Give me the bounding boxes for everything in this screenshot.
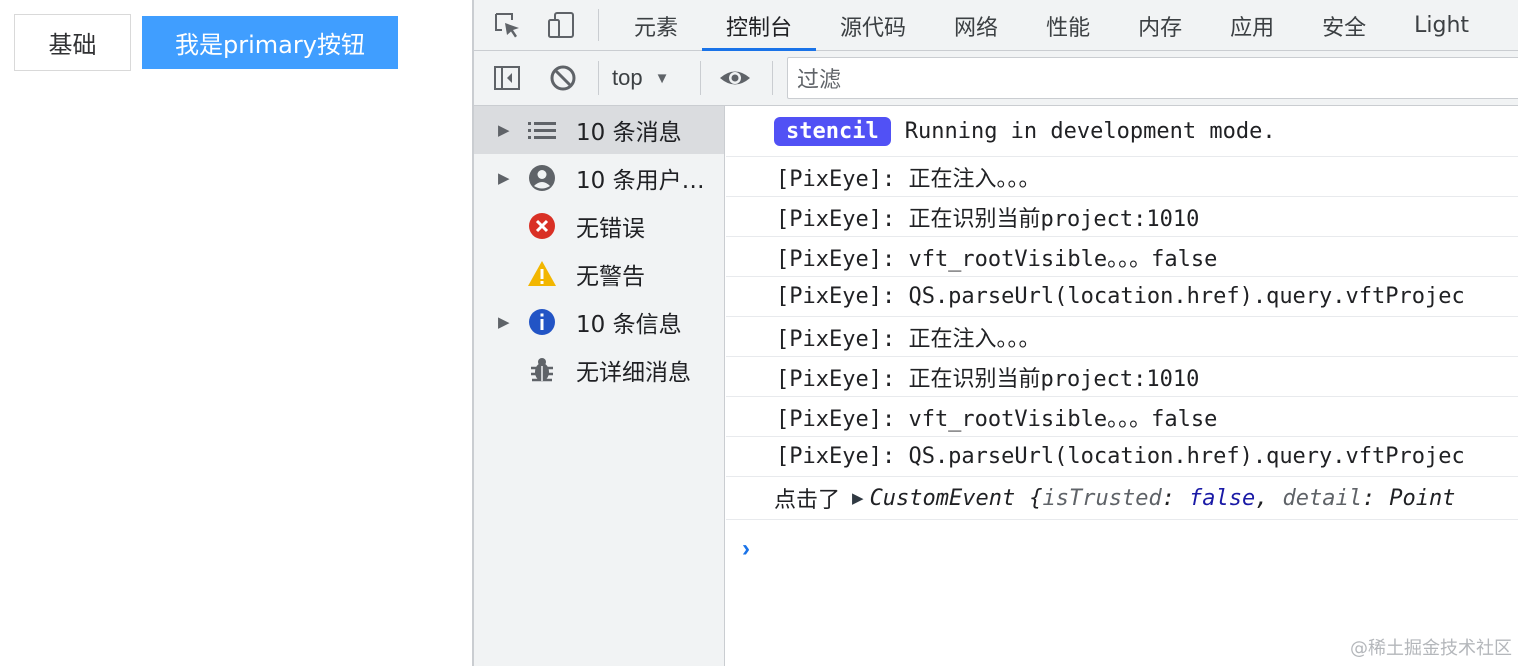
toolbar-separator [772,61,773,95]
sidebar-item-warnings[interactable]: 无警告 [474,250,724,298]
object-open-brace: { [1029,485,1043,511]
console-message-text: Running in development mode. [904,118,1276,144]
toolbar-separator [598,61,599,95]
console-message-text: [PixEye]: 正在注入。。。 [776,166,1041,192]
info-icon [527,307,557,337]
tab-lighthouse[interactable]: Light [1390,0,1493,51]
primary-button[interactable]: 我是primary按钮 [142,16,398,69]
console-row: [PixEye]: vft_rootVisible。。。false [726,237,1518,277]
console-row: [PixEye]: 正在识别当前project:1010 [726,357,1518,397]
sidebar-item-info[interactable]: ▶ 10 条信息 [474,298,724,346]
sidebar-item-label: 无详细消息 [576,360,691,386]
sidebar-item-label: 10 条信息 [576,312,682,338]
console-row: stencil Running in development mode. [726,106,1518,157]
console-row-event[interactable]: 点击了 ▶ CustomEvent { isTrusted : false , … [726,477,1518,520]
tab-security[interactable]: 安全 [1298,0,1390,51]
console-messages: stencil Running in development mode. [Pi… [726,106,1518,666]
object-colon: : [1161,485,1175,511]
sidebar-item-verbose[interactable]: 无详细消息 [474,346,724,394]
dropdown-arrow-icon: ▼ [654,69,670,87]
tab-memory[interactable]: 内存 [1114,0,1206,51]
tab-elements[interactable]: 元素 [610,0,702,51]
devtools-tabbar: 元素 控制台 源代码 网络 性能 内存 应用 安全 Light [474,0,1518,51]
watermark: @稀土掘金技术社区 [1350,638,1512,659]
console-message-text: [PixEye]: QS.parseUrl(location.href).que… [776,444,1465,469]
bug-icon [527,355,557,385]
tab-application[interactable]: 应用 [1206,0,1298,51]
console-row: [PixEye]: vft_rootVisible。。。false [726,397,1518,437]
object-value: Point [1389,485,1456,511]
live-expression-eye-icon[interactable] [718,61,752,95]
console-row: [PixEye]: 正在注入。。。 [726,317,1518,357]
object-comma: , [1255,485,1269,511]
tab-console[interactable]: 控制台 [702,0,817,51]
warning-icon [527,259,557,289]
console-message-text: [PixEye]: 正在识别当前project:1010 [776,206,1200,232]
console-row: [PixEye]: 正在注入。。。 [726,157,1518,197]
user-icon [527,163,557,193]
console-row: [PixEye]: QS.parseUrl(location.href).que… [726,437,1518,477]
console-sidebar: ▶ 10 条消息 ▶ 10 条用户… 无错误 无警告 ▶ 10 条信息 无详细消… [474,106,725,666]
clear-console-icon[interactable] [546,61,580,95]
expand-object-icon[interactable]: ▶ [852,489,864,507]
sidebar-item-label: 10 条消息 [576,120,682,146]
sidebar-item-label: 无错误 [576,216,645,242]
object-value: false [1188,485,1256,511]
sidebar-item-label: 10 条用户… [576,168,705,194]
console-message-text: [PixEye]: QS.parseUrl(location.href).que… [776,284,1465,309]
object-key: detail [1282,485,1362,511]
console-prompt-icon[interactable]: › [742,535,750,563]
stencil-badge: stencil [774,116,891,146]
error-icon [527,211,557,241]
toolbar-separator [598,9,599,41]
console-message-text: [PixEye]: vft_rootVisible。。。false [776,246,1218,272]
context-selector[interactable]: top ▼ [612,59,669,97]
list-icon [527,115,557,145]
toolbar-separator [700,61,701,95]
sidebar-toggle-icon[interactable] [490,61,524,95]
event-type: CustomEvent [869,485,1016,511]
tab-performance[interactable]: 性能 [1022,0,1114,51]
console-row: [PixEye]: QS.parseUrl(location.href).que… [726,277,1518,317]
event-prefix: 点击了 [774,488,841,513]
expand-triangle-icon[interactable]: ▶ [498,313,510,331]
device-toolbar-icon[interactable] [544,8,578,42]
sidebar-item-label: 无警告 [576,264,645,290]
sidebar-item-errors[interactable]: 无错误 [474,202,724,250]
console-toolbar: top ▼ 过滤 [474,51,1518,106]
console-message-text: [PixEye]: vft_rootVisible。。。false [776,406,1218,432]
tab-sources[interactable]: 源代码 [816,0,930,51]
expand-triangle-icon[interactable]: ▶ [498,169,510,187]
console-message-text: [PixEye]: 正在识别当前project:1010 [776,366,1200,392]
console-message-text: [PixEye]: 正在注入。。。 [776,326,1041,352]
context-label: top [612,65,643,90]
console-row: [PixEye]: 正在识别当前project:1010 [726,197,1518,237]
expand-triangle-icon[interactable]: ▶ [498,121,510,139]
inspect-element-icon[interactable] [490,8,524,42]
tab-network[interactable]: 网络 [930,0,1022,51]
sidebar-item-user-messages[interactable]: ▶ 10 条用户… [474,154,724,202]
filter-input[interactable]: 过滤 [787,57,1518,99]
object-key: isTrusted [1042,485,1162,511]
default-button[interactable]: 基础 [14,14,131,71]
devtools-tabs: 元素 控制台 源代码 网络 性能 内存 应用 安全 Light [610,0,1493,51]
page-viewport: 基础 我是primary按钮 [0,0,472,666]
devtools-panel: 元素 控制台 源代码 网络 性能 内存 应用 安全 Light top ▼ 过滤… [474,0,1518,666]
sidebar-item-messages[interactable]: ▶ 10 条消息 [474,106,724,154]
object-colon: : [1361,485,1376,511]
